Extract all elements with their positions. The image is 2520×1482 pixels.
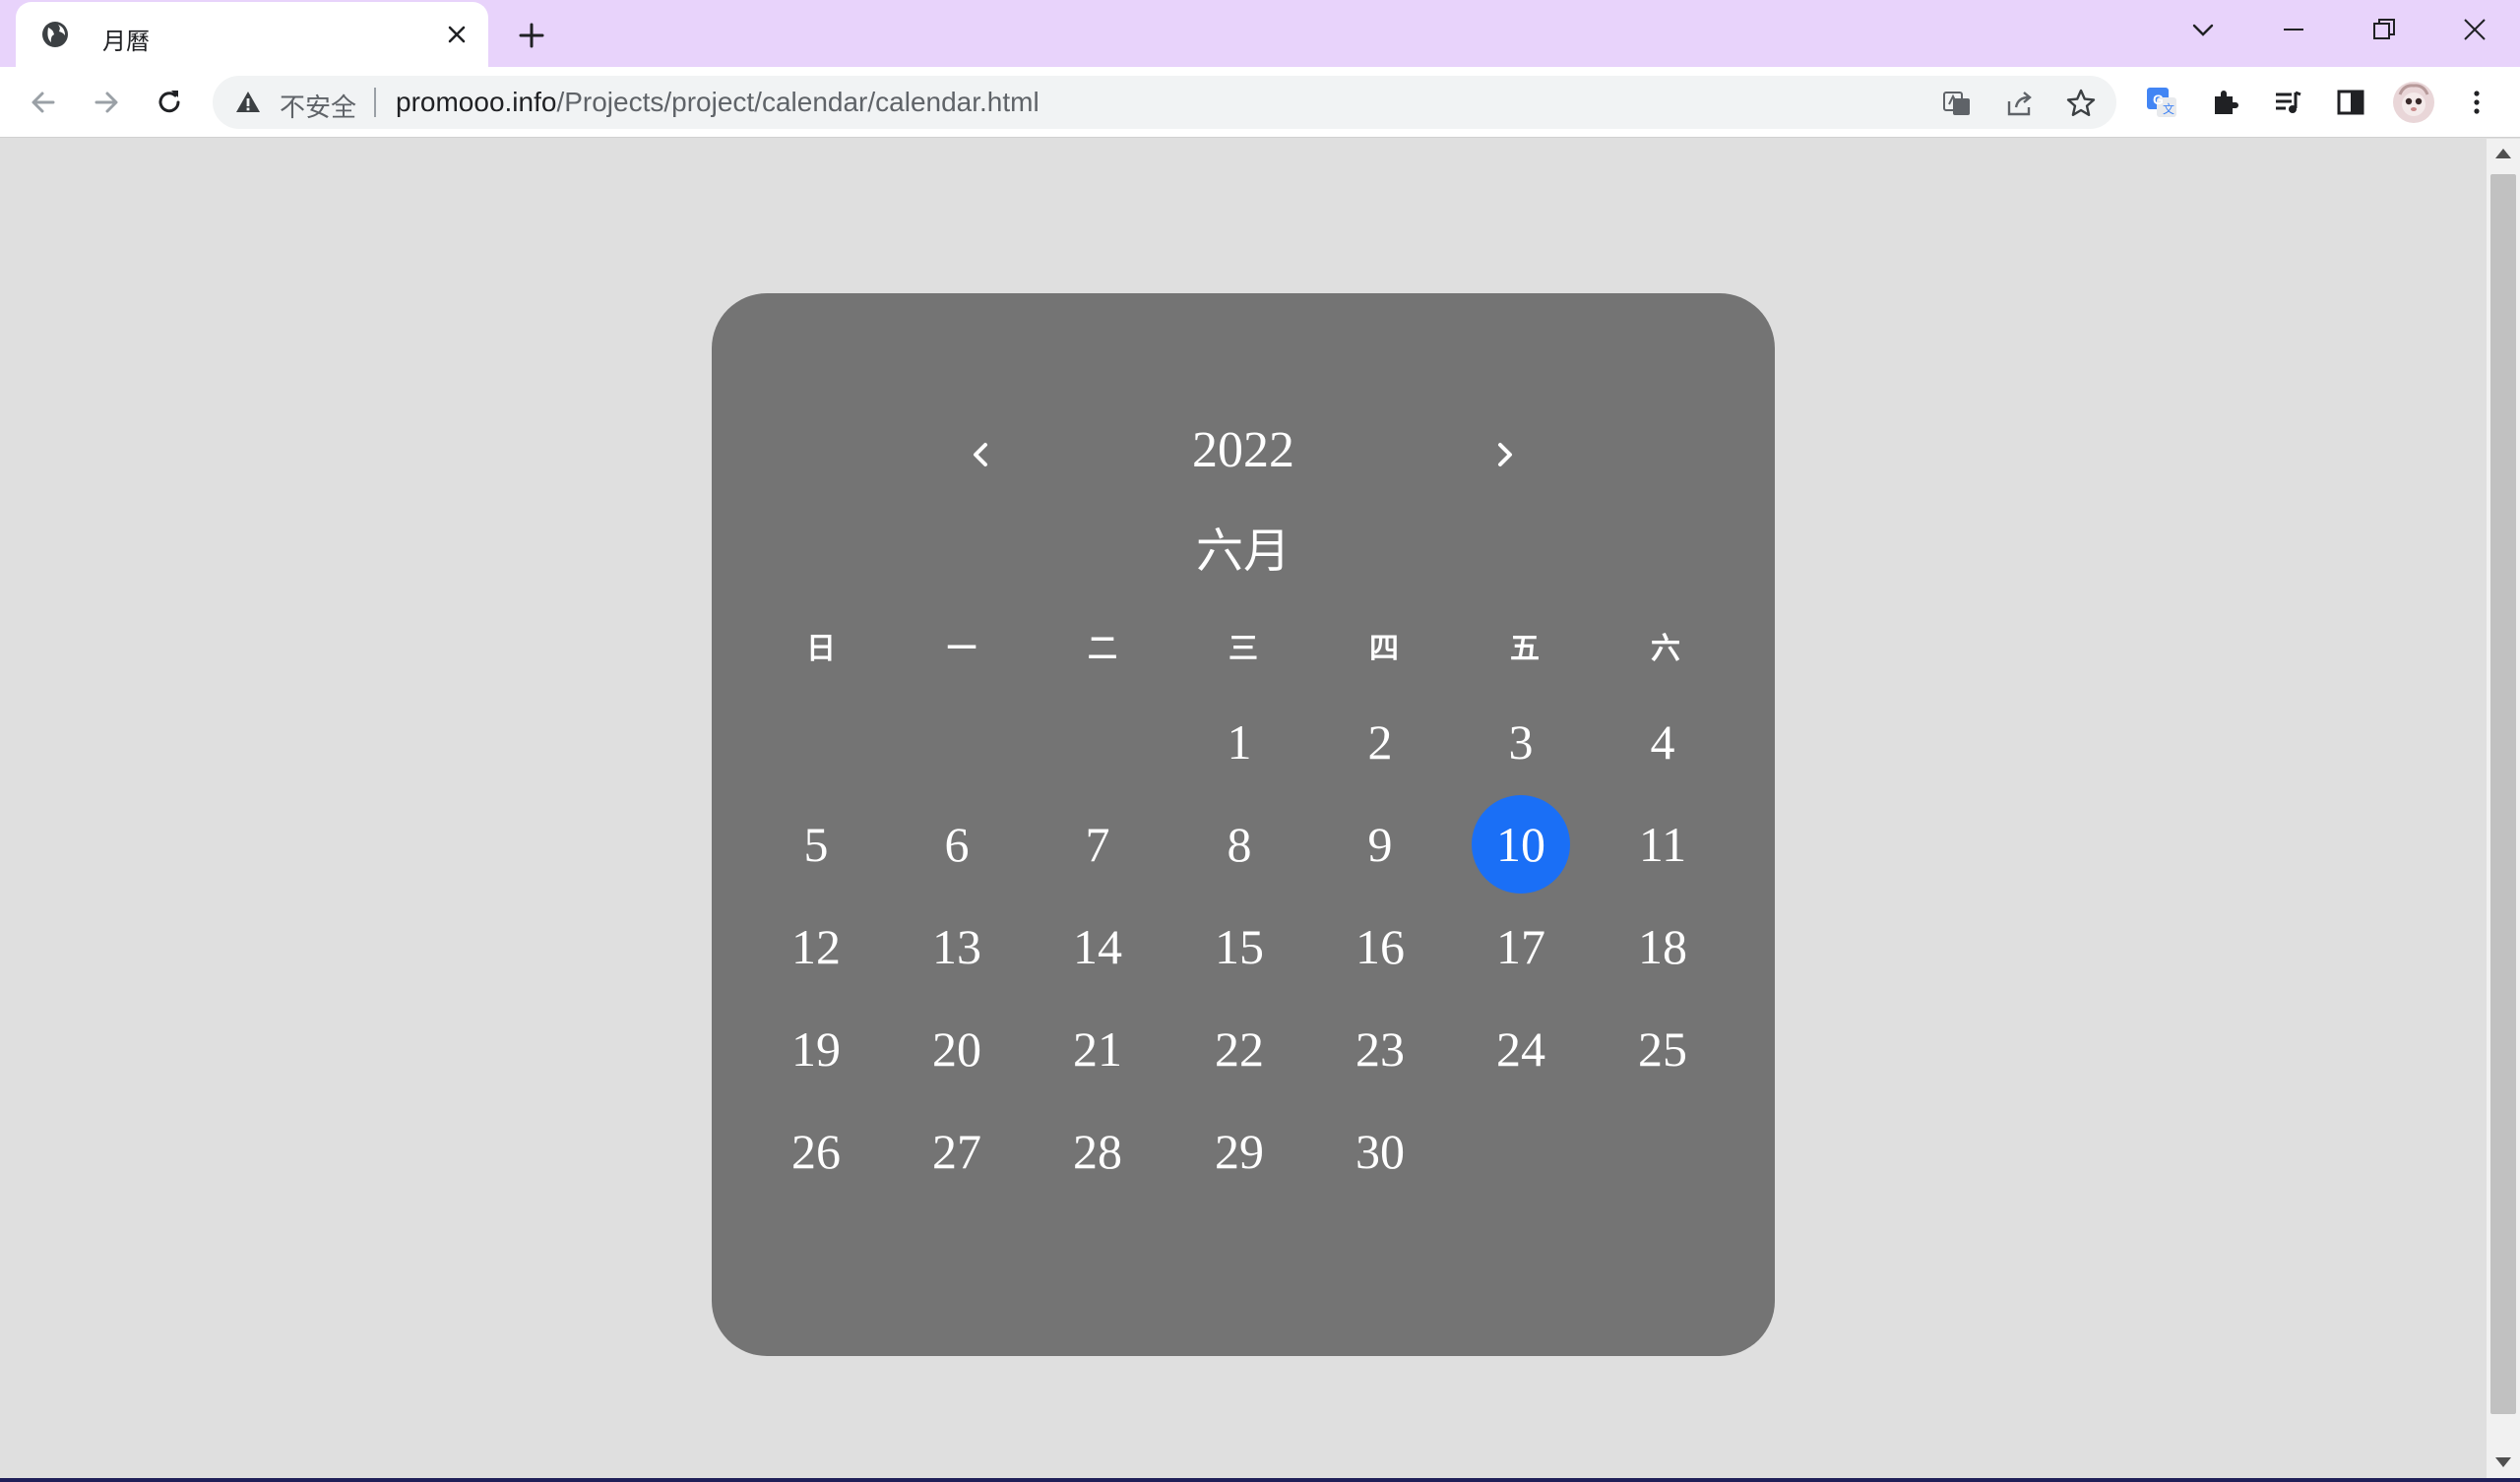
url-host: promooo.info (396, 87, 557, 117)
svg-text:文: 文 (2163, 101, 2174, 116)
reload-icon (158, 91, 180, 113)
day-cell[interactable]: 29 (1190, 1102, 1289, 1201)
day-cell[interactable]: 27 (908, 1102, 1006, 1201)
window-close-button[interactable] (2447, 8, 2502, 51)
day-cell[interactable]: 16 (1331, 897, 1429, 996)
minimize-button[interactable] (2266, 8, 2321, 51)
window-bottom-edge (0, 1478, 2520, 1482)
globe-icon (39, 19, 71, 50)
new-tab-button[interactable] (512, 16, 551, 55)
vertical-scrollbar[interactable] (2487, 139, 2520, 1478)
side-panel-icon[interactable] (2327, 79, 2374, 126)
day-cell[interactable]: 11 (1613, 795, 1712, 894)
day-cell[interactable]: 1 (1190, 693, 1289, 791)
back-button[interactable] (20, 79, 67, 126)
restore-icon (2373, 19, 2395, 39)
day-cell[interactable]: 3 (1472, 693, 1570, 791)
day-cell[interactable]: 2 (1331, 693, 1429, 791)
forward-button[interactable] (83, 79, 130, 126)
tab-search-button[interactable] (2175, 8, 2231, 51)
day-cell[interactable]: 9 (1331, 795, 1429, 894)
day-cell[interactable]: 8 (1190, 795, 1289, 894)
day-cell[interactable]: 13 (908, 897, 1006, 996)
close-icon[interactable] (441, 19, 472, 50)
extensions-puzzle-icon[interactable] (2201, 79, 2248, 126)
share-icon[interactable] (2000, 84, 2040, 123)
day-cell[interactable]: 30 (1331, 1102, 1429, 1201)
arrow-left-icon (32, 92, 55, 113)
translate-icon[interactable] (1937, 84, 1977, 123)
browser-toolbar: 不安全 promooo.info/Projects/project/calend… (0, 67, 2520, 138)
day-cell[interactable]: 24 (1472, 1000, 1570, 1098)
tab-title: 月曆 (102, 28, 150, 55)
restore-button[interactable] (2357, 8, 2412, 51)
day-cell[interactable]: 21 (1048, 1000, 1147, 1098)
day-cell[interactable]: 14 (1048, 897, 1147, 996)
day-cell[interactable]: 17 (1472, 897, 1570, 996)
google-translate-extension-icon[interactable]: G 文 (2138, 79, 2185, 126)
address-bar[interactable]: 不安全 promooo.info/Projects/project/calend… (213, 76, 2116, 129)
divider (374, 88, 376, 117)
menu-kebab-icon[interactable] (2453, 79, 2500, 126)
plus-icon (519, 23, 544, 48)
day-cell[interactable]: 7 (1048, 795, 1147, 894)
day-cell[interactable]: 19 (767, 1000, 865, 1098)
day-cell[interactable]: 15 (1190, 897, 1289, 996)
scroll-up-arrow-icon[interactable] (2495, 149, 2511, 158)
day-cell[interactable]: 4 (1613, 693, 1712, 791)
day-cell[interactable]: 28 (1048, 1102, 1147, 1201)
reload-button[interactable] (146, 79, 193, 126)
url-text[interactable]: promooo.info/Projects/project/calendar/c… (396, 87, 1040, 118)
close-icon (2464, 19, 2486, 40)
warning-icon[interactable] (234, 89, 262, 116)
tab-strip: 月曆 (0, 0, 2520, 67)
day-cell[interactable]: 23 (1331, 1000, 1429, 1098)
scroll-down-arrow-icon[interactable] (2495, 1457, 2511, 1467)
chevron-down-icon (2192, 24, 2214, 36)
day-cell[interactable]: 22 (1190, 1000, 1289, 1098)
selected-day-cell[interactable]: 10 (1472, 795, 1570, 894)
day-cell[interactable]: 20 (908, 1000, 1006, 1098)
active-tab[interactable]: 月曆 (16, 2, 488, 67)
day-grid: 1 2 3 4 5 6 7 8 9 10 11 12 13 14 15 16 17 18 19 20 21 22 23 24 2… (712, 293, 1775, 1356)
day-cell[interactable]: 25 (1613, 1000, 1712, 1098)
arrow-right-icon (94, 92, 118, 113)
profile-avatar[interactable] (2390, 79, 2437, 126)
day-cell[interactable]: 12 (767, 897, 865, 996)
day-cell[interactable]: 18 (1613, 897, 1712, 996)
calendar-card: 2022 六月 日 一 二 三 四 五 六 1 2 3 4 5 6 7 8 9 10 11 12 13 1… (712, 293, 1775, 1356)
url-path: /Projects/project/calendar/calendar.html (556, 87, 1040, 117)
media-control-icon[interactable] (2264, 79, 2311, 126)
day-cell[interactable]: 5 (767, 795, 865, 894)
star-icon[interactable] (2061, 84, 2101, 123)
day-cell[interactable]: 6 (908, 795, 1006, 894)
scrollbar-thumb[interactable] (2490, 174, 2516, 1414)
security-status[interactable]: 不安全 (280, 88, 356, 124)
day-cell[interactable]: 26 (767, 1102, 865, 1201)
minimize-icon (2284, 29, 2303, 31)
